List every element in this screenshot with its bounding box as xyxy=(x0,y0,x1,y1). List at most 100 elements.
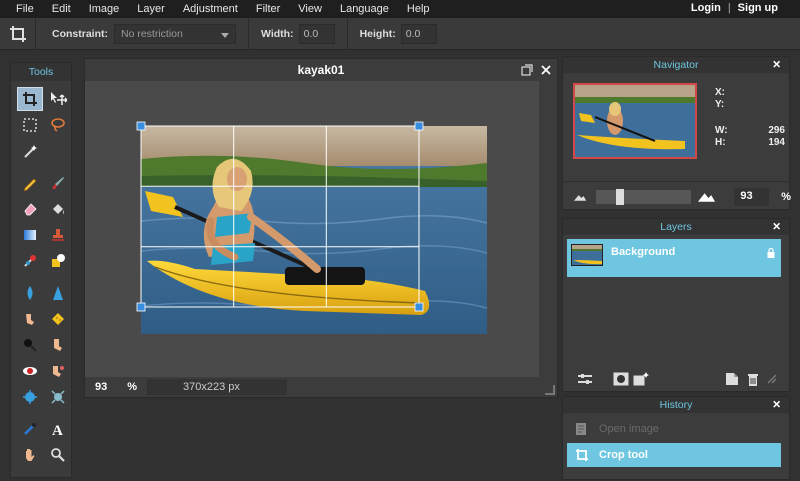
burn-tool-icon[interactable] xyxy=(45,333,71,357)
layer-name: Background xyxy=(611,246,676,258)
smudge-tool-icon[interactable] xyxy=(17,307,43,331)
red-eye-tool-icon[interactable] xyxy=(17,359,43,383)
zoom-slider-knob[interactable] xyxy=(616,188,625,205)
history-item-crop-tool[interactable]: Crop tool xyxy=(567,443,781,467)
layer-item-background[interactable]: Background xyxy=(567,239,781,277)
menu-language[interactable]: Language xyxy=(340,3,389,15)
paint-bucket-tool-icon[interactable] xyxy=(45,197,71,221)
navigator-zoom-input[interactable]: 93 xyxy=(734,187,770,206)
pencil-tool-icon[interactable] xyxy=(17,171,43,195)
menu-layer[interactable]: Layer xyxy=(137,3,165,15)
document-header: kayak01 xyxy=(85,59,557,81)
blur-tool-icon[interactable] xyxy=(17,281,43,305)
menu-help[interactable]: Help xyxy=(407,3,430,15)
zoom-out-mountain-icon[interactable] xyxy=(573,192,587,202)
brush-tool-icon[interactable] xyxy=(45,171,71,195)
width-label: Width: xyxy=(261,27,294,40)
dodge-tool-icon[interactable] xyxy=(17,333,43,357)
height-input[interactable]: 0.0 xyxy=(400,23,437,44)
clone-stamp-tool-icon[interactable] xyxy=(45,223,71,247)
svg-text:A: A xyxy=(52,423,63,437)
chevron-down-icon xyxy=(221,32,229,38)
image-size: 370x223 px xyxy=(147,379,288,395)
navigator-panel: Navigator ✕ X: Y: W: 296 H: 194 93 % xyxy=(562,56,791,210)
tools-panel: Tools A xyxy=(10,62,72,478)
crop-icon xyxy=(576,449,588,461)
layer-settings-icon[interactable] xyxy=(577,372,593,386)
login-link[interactable]: Login xyxy=(691,2,721,14)
layer-styles-icon[interactable] xyxy=(633,372,649,386)
navigator-thumbnail[interactable] xyxy=(573,83,697,159)
signup-link[interactable]: Sign up xyxy=(738,2,778,14)
crop-handle xyxy=(136,121,146,131)
color-replace-tool-icon[interactable] xyxy=(17,249,43,273)
menu-image[interactable]: Image xyxy=(89,3,120,15)
magic-wand-tool-icon[interactable] xyxy=(17,139,43,163)
options-divider xyxy=(346,17,348,50)
menu-file[interactable]: File xyxy=(16,3,34,15)
type-tool-icon[interactable]: A xyxy=(45,417,71,441)
lock-icon xyxy=(767,248,775,258)
constraint-label: Constraint: xyxy=(52,27,108,40)
zoom-slider[interactable] xyxy=(596,188,692,205)
height-label: Height: xyxy=(359,27,396,40)
history-item-label: Crop tool xyxy=(599,449,648,461)
gradient-tool-icon[interactable] xyxy=(17,223,43,247)
menu-adjustment[interactable]: Adjustment xyxy=(183,3,238,15)
layers-panel: Layers ✕ Background xyxy=(562,218,790,392)
lasso-tool-icon[interactable] xyxy=(45,113,71,137)
delete-layer-icon[interactable] xyxy=(747,372,759,386)
zoom-value[interactable]: 93 xyxy=(95,381,107,393)
close-icon[interactable]: ✕ xyxy=(772,219,781,235)
sharpen-tool-icon[interactable] xyxy=(45,281,71,305)
eraser-tool-icon[interactable] xyxy=(17,197,43,221)
sponge-tool-icon[interactable] xyxy=(45,307,71,331)
close-icon[interactable]: ✕ xyxy=(772,397,781,413)
crop-tool-icon[interactable] xyxy=(17,87,43,111)
bloat-tool-icon[interactable] xyxy=(17,385,43,409)
resize-handle-icon[interactable] xyxy=(767,374,777,384)
layer-thumbnail xyxy=(571,244,603,266)
menu-bar: File Edit Image Layer Adjustment Filter … xyxy=(0,0,800,18)
menu-edit[interactable]: Edit xyxy=(52,3,71,15)
crop-handle xyxy=(136,302,146,312)
tools-title: Tools xyxy=(11,63,71,81)
spot-heal-tool-icon[interactable] xyxy=(45,359,71,383)
maximize-icon[interactable] xyxy=(521,64,533,76)
menu-filter[interactable]: Filter xyxy=(256,3,280,15)
width-input[interactable]: 0.0 xyxy=(298,23,335,44)
w-value: 296 xyxy=(768,125,785,136)
vertical-scrollbar[interactable] xyxy=(539,81,557,377)
tool-options-bar: Constraint: No restriction Width: 0.0 He… xyxy=(0,17,800,50)
menu-view[interactable]: View xyxy=(298,3,322,15)
canvas-image xyxy=(136,121,488,334)
close-icon[interactable]: ✕ xyxy=(772,57,781,73)
zoom-unit: % xyxy=(127,381,138,393)
zoom-in-mountain-icon[interactable] xyxy=(697,191,716,203)
account-links: Login | Sign up xyxy=(691,2,778,14)
layer-mask-icon[interactable] xyxy=(613,372,629,386)
layers-footer xyxy=(563,367,789,391)
constraint-select[interactable]: No restriction xyxy=(114,23,236,44)
document-window: kayak01 93 % 370x223 px xyxy=(84,58,558,398)
color-picker-tool-icon[interactable] xyxy=(17,417,43,441)
history-item-open-image[interactable]: Open image xyxy=(567,417,781,441)
new-layer-icon[interactable] xyxy=(725,372,739,386)
document-title: kayak01 xyxy=(297,63,345,77)
resize-handle-icon[interactable] xyxy=(545,385,555,395)
canvas-area[interactable] xyxy=(85,81,541,377)
drawing-tool-icon[interactable] xyxy=(45,249,71,273)
move-tool-icon[interactable] xyxy=(45,87,71,111)
pinch-tool-icon[interactable] xyxy=(45,385,71,409)
crop-handle xyxy=(414,121,424,131)
history-header: History ✕ xyxy=(563,397,789,413)
document-status-bar: 93 % 370x223 px xyxy=(85,377,557,397)
crop-tool-indicator-icon xyxy=(0,17,36,50)
crop-handle xyxy=(414,302,424,312)
history-title: History xyxy=(659,399,693,411)
hand-tool-icon[interactable] xyxy=(17,443,43,467)
constraint-value: No restriction xyxy=(121,27,183,40)
zoom-tool-icon[interactable] xyxy=(45,443,71,467)
marquee-tool-icon[interactable] xyxy=(17,113,43,137)
close-icon[interactable] xyxy=(541,65,551,75)
